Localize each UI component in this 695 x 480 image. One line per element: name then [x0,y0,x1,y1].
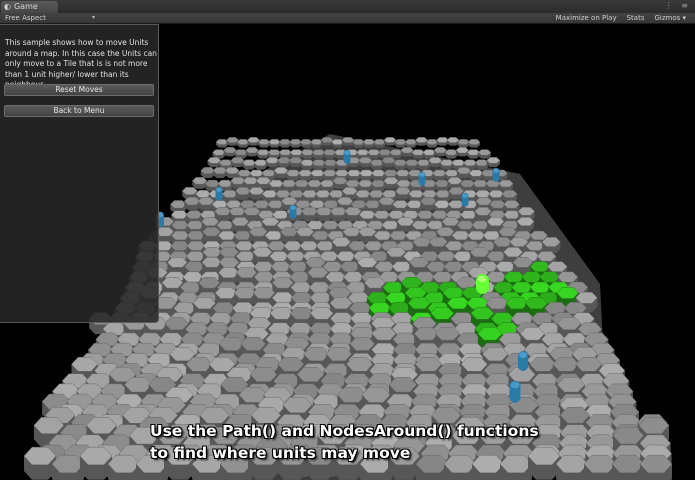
hex-tile[interactable] [422,149,436,156]
hex-tile[interactable] [416,159,431,167]
hex-tile[interactable] [455,147,470,154]
unit-capsule[interactable] [509,380,521,403]
game-view-toolbar: Free Aspect ▾ Maximize on Play Stats Giz… [0,13,695,24]
hex-tile[interactable] [404,139,418,145]
hex-tile[interactable] [383,137,397,143]
hex-tile[interactable] [428,157,443,164]
hex-tile[interactable] [415,137,428,143]
hex-tile[interactable] [191,177,208,185]
hex-tile[interactable] [234,149,248,156]
aspect-dropdown[interactable]: Free Aspect [5,13,46,23]
sample-gui-panel: This sample shows how to move Units arou… [0,24,159,323]
hex-tile[interactable] [389,149,403,156]
hex-tile[interactable] [207,157,222,164]
unit-capsule[interactable] [418,171,426,186]
unit-capsule[interactable] [461,192,469,207]
hex-tile[interactable] [217,179,233,188]
tutorial-caption: Use the Path() and NodesAround() functio… [150,420,670,464]
game-tab[interactable]: ◐ Game [1,1,58,13]
hex-tile[interactable] [320,137,334,143]
hex-tile[interactable] [444,169,459,177]
hex-tile[interactable] [444,149,459,156]
selected-unit[interactable] [476,274,489,294]
hex-tile[interactable] [247,137,260,143]
hex-tile[interactable] [230,157,245,164]
hex-tile[interactable] [212,149,226,156]
hex-tile[interactable] [400,147,414,154]
maximize-on-play-toggle[interactable]: Maximize on Play [556,13,617,23]
hex-tile[interactable] [498,179,514,188]
hex-tile[interactable] [425,139,439,145]
gizmos-dropdown[interactable]: Gizmos ▾ [654,13,686,23]
stats-toggle[interactable]: Stats [627,13,645,23]
sample-description: This sample shows how to move Units arou… [5,38,157,89]
hex-tile[interactable] [253,159,268,167]
hex-tile[interactable] [341,137,355,143]
hex-tile[interactable] [223,147,237,154]
unit-capsule[interactable] [518,351,528,371]
hex-tile[interactable] [373,139,386,145]
back-to-menu-button[interactable]: Back to Menu [4,105,154,117]
hex-tile[interactable] [319,179,335,188]
hex-tile[interactable] [434,179,450,188]
hex-tile[interactable] [218,159,233,167]
hex-tile[interactable] [332,177,348,185]
unity-icon: ◐ [4,2,11,11]
hex-tile[interactable] [236,139,250,145]
hex-tile[interactable] [224,167,240,175]
hex-tile[interactable] [215,139,229,145]
hex-tile[interactable] [261,169,277,177]
chevron-down-icon[interactable]: ▾ [92,13,95,23]
hex-tile[interactable] [369,159,385,167]
caption-line-2: to find where units may move [150,444,411,462]
game-tab-label: Game [13,2,38,11]
caption-line-1: Use the Path() and NodesAround() functio… [150,422,539,440]
hex-tile[interactable] [474,159,489,167]
hex-tile[interactable] [486,157,501,164]
hex-tile[interactable] [255,177,272,185]
hex-tile[interactable] [456,167,472,175]
hex-tile[interactable] [226,137,239,143]
hex-tile[interactable] [477,149,492,156]
editor-tab-bar: ◐ Game ⋮ ≡ [0,0,695,13]
hex-tile[interactable] [446,137,460,143]
reset-moves-button[interactable]: Reset Moves [4,84,154,96]
hex-tile[interactable] [381,157,396,164]
unit-capsule[interactable] [343,149,351,164]
unit-capsule[interactable] [215,186,223,201]
hex-tile[interactable] [383,177,399,185]
hex-tile[interactable] [358,157,373,164]
hex-tile[interactable] [310,139,323,145]
hex-tile[interactable] [245,147,259,154]
window-menu-icon[interactable]: ⋮ ≡ [665,1,691,10]
hex-tile[interactable] [331,139,344,145]
hex-tile[interactable] [370,179,386,188]
unit-capsule[interactable] [492,167,500,182]
hex-tile[interactable] [273,167,289,175]
hex-tile[interactable] [447,177,463,185]
hex-tile[interactable] [433,147,447,154]
unit-capsule[interactable] [289,204,297,219]
hex-tile[interactable] [467,139,481,145]
hex-tile[interactable] [288,157,303,164]
